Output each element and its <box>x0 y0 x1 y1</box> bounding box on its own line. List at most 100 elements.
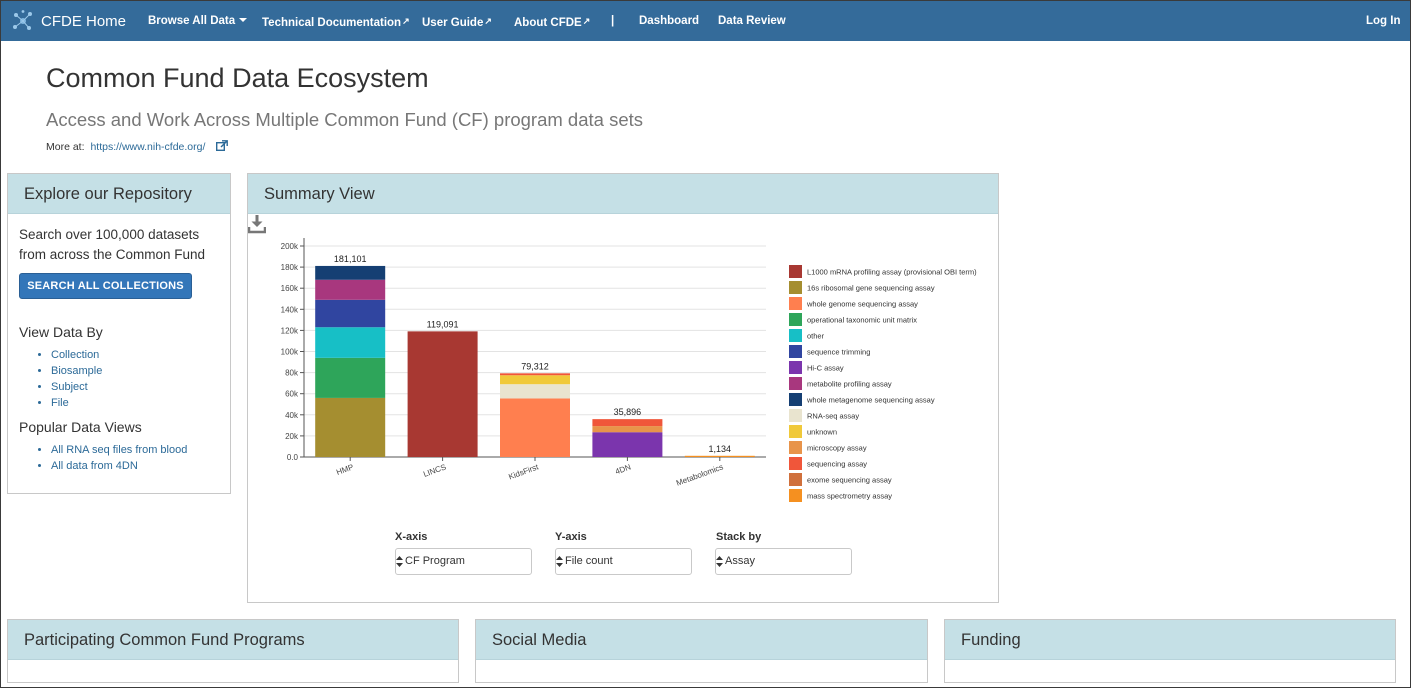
brand-label: CFDE Home <box>41 12 127 30</box>
legend-swatch <box>789 265 802 278</box>
view-by-file-link[interactable]: File <box>51 395 102 411</box>
social-media-panel: Social Media <box>475 619 928 683</box>
x-tick-label: Metabolomics <box>675 462 724 487</box>
y-tick-label: 140k <box>281 305 299 314</box>
external-link-icon: ↗ <box>582 16 591 26</box>
nav-user-guide[interactable]: User Guide↗ <box>422 1 492 41</box>
y-axis-selected-value: File count <box>565 555 613 567</box>
funding-title: Funding <box>945 620 1395 660</box>
search-all-collections-button[interactable]: SEARCH ALL COLLECTIONS <box>19 273 192 299</box>
bar-segment <box>315 299 386 328</box>
summary-panel-title: Summary View <box>248 174 998 214</box>
y-tick-label: 80k <box>285 369 299 378</box>
brand-home-link[interactable]: CFDE Home <box>11 1 126 41</box>
bar-segment <box>500 398 570 457</box>
view-by-biosample-link[interactable]: Biosample <box>51 363 102 379</box>
bar-total-label: 35,896 <box>614 407 642 417</box>
external-link-icon[interactable] <box>216 140 229 151</box>
more-at-label: More at: <box>46 141 85 153</box>
participating-programs-title: Participating Common Fund Programs <box>8 620 458 660</box>
participating-programs-panel: Participating Common Fund Programs <box>7 619 459 683</box>
x-tick-label: LINCS <box>422 462 447 479</box>
more-at-line: More at: https://www.nih-cfde.org/ <box>46 140 229 153</box>
legend-label: unknown <box>807 428 837 437</box>
x-tick-label: HMP <box>335 462 355 477</box>
page-title: Common Fund Data Ecosystem <box>46 63 429 93</box>
popular-data-views-heading: Popular Data Views <box>19 419 142 435</box>
legend-swatch <box>789 473 802 486</box>
legend-label: whole metagenome sequencing assay <box>806 396 935 405</box>
y-tick-label: 20k <box>285 432 299 441</box>
legend-label: Hi-C assay <box>807 364 844 373</box>
legend-swatch <box>789 425 802 438</box>
popular-rna-seq-blood-link[interactable]: All RNA seq files from blood <box>51 442 187 458</box>
top-navbar: CFDE Home Browse All Data Technical Docu… <box>1 1 1410 41</box>
nav-browse-all-data[interactable]: Browse All Data <box>148 1 248 41</box>
legend-label: operational taxonomic unit matrix <box>807 316 917 325</box>
bar-segment <box>500 373 570 376</box>
nih-cfde-link[interactable]: https://www.nih-cfde.org/ <box>90 141 205 153</box>
legend-label: 16s ribosomal gene sequencing assay <box>807 284 935 293</box>
nav-about-cfde[interactable]: About CFDE↗ <box>514 1 590 41</box>
nav-browse-label: Browse All Data <box>148 15 236 27</box>
legend-swatch <box>789 297 802 310</box>
legend-swatch <box>789 345 802 358</box>
legend-swatch <box>789 457 802 470</box>
select-arrows-icon <box>556 556 563 567</box>
nav-dashboard[interactable]: Dashboard <box>639 1 699 41</box>
view-by-collection-link[interactable]: Collection <box>51 347 102 363</box>
x-axis-selected-value: CF Program <box>405 555 465 567</box>
legend-swatch <box>789 281 802 294</box>
x-axis-label: X-axis <box>395 531 428 543</box>
stack-by-selected-value: Assay <box>725 555 755 567</box>
popular-4dn-link[interactable]: All data from 4DN <box>51 458 187 474</box>
stack-by-label: Stack by <box>716 531 762 543</box>
explore-panel-title: Explore our Repository <box>8 174 230 214</box>
select-arrows-icon <box>716 556 723 567</box>
nav-tech-doc-label: Technical Documentation <box>262 17 402 29</box>
y-tick-label: 60k <box>285 390 299 399</box>
legend-label: whole genome sequencing assay <box>806 300 918 309</box>
cfde-logo-icon <box>13 10 32 30</box>
view-by-subject-link[interactable]: Subject <box>51 379 102 395</box>
nav-data-review[interactable]: Data Review <box>718 1 786 41</box>
bar-segment <box>592 419 663 427</box>
nav-about-label: About CFDE <box>514 17 582 29</box>
explore-description: Search over 100,000 datasets from across… <box>19 227 206 262</box>
summary-view-panel: Summary View 0.0 20k 40k 60k 80k 100k 120k 140k… <box>247 173 999 603</box>
legend-label: other <box>807 332 825 341</box>
y-axis-select[interactable]: File count <box>555 548 692 575</box>
bar-segment <box>592 432 663 457</box>
y-tick-label: 200k <box>281 242 299 251</box>
bar-segment <box>315 327 386 358</box>
x-tick-label: 4DN <box>614 462 632 476</box>
login-link[interactable]: Log In <box>1366 1 1401 41</box>
legend-label: sequencing assay <box>807 460 867 469</box>
bar-segment <box>315 265 386 280</box>
stack-by-select[interactable]: Assay <box>715 548 852 575</box>
bar-segment <box>315 357 386 398</box>
bar-total-label: 119,091 <box>427 319 459 329</box>
y-tick-label: 100k <box>281 348 299 357</box>
bar-segment <box>500 375 570 385</box>
x-axis-select[interactable]: CF Program <box>395 548 532 575</box>
bar-segment <box>684 455 755 457</box>
legend-swatch <box>789 393 802 406</box>
legend-swatch <box>789 409 802 422</box>
view-data-by-list: Collection Biosample Subject File <box>19 347 102 411</box>
download-icon[interactable] <box>248 214 266 234</box>
legend-label: microscopy assay <box>807 444 867 453</box>
external-link-icon: ↗ <box>484 16 492 26</box>
y-axis-label: Y-axis <box>555 531 587 543</box>
nav-technical-documentation[interactable]: Technical Documentation↗ <box>262 1 410 41</box>
chevron-down-icon <box>239 18 248 22</box>
bar-segment <box>500 384 570 399</box>
legend-swatch <box>789 329 802 342</box>
nav-divider: | <box>611 15 615 27</box>
explore-repository-panel: Explore our Repository Search over 100,0… <box>7 173 231 494</box>
legend-label: mass spectrometry assay <box>807 492 892 501</box>
bar-total-label: 181,101 <box>334 254 367 264</box>
legend-label: sequence trimming <box>807 348 870 357</box>
summary-bar-chart: 0.0 20k 40k 60k 80k 100k 120k 140k 160k 180k 200k 1… <box>281 238 977 502</box>
y-tick-label: 180k <box>281 263 299 272</box>
